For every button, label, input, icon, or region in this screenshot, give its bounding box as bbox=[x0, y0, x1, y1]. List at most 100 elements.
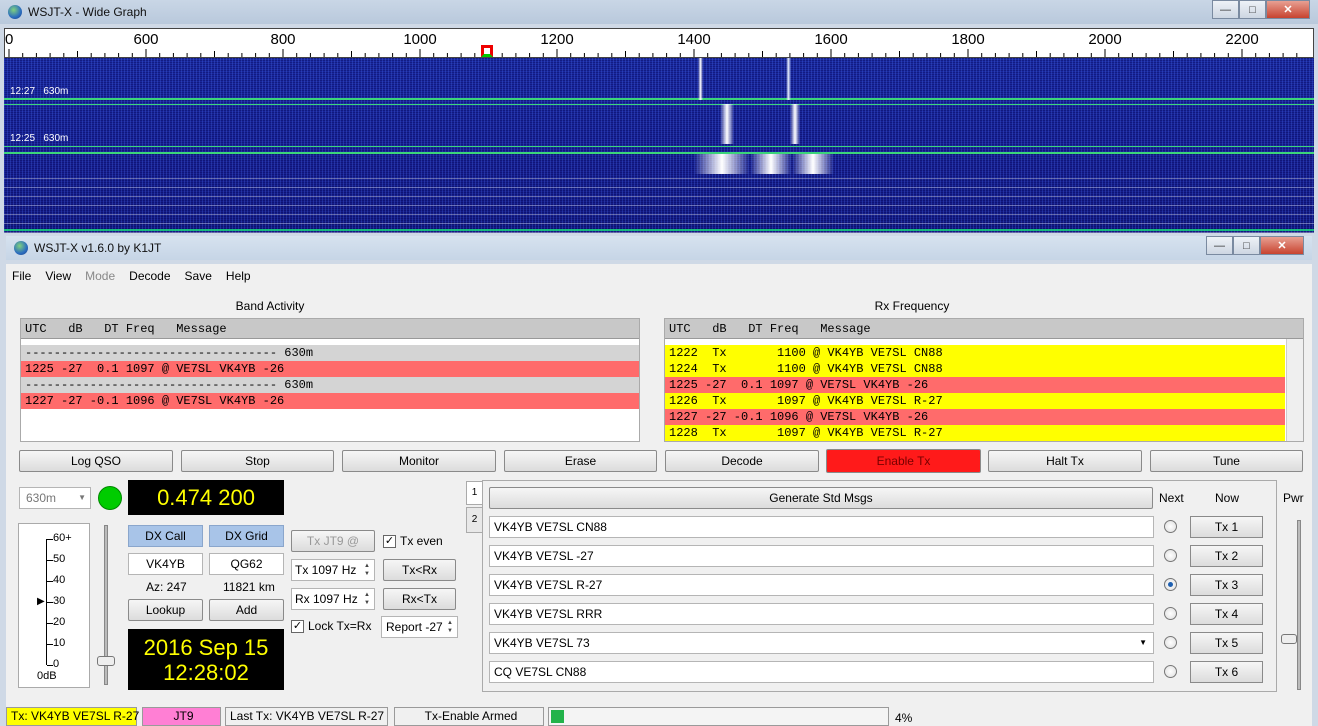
rx-marker-icon[interactable] bbox=[481, 45, 493, 57]
decode-row[interactable]: 1224 Tx 1100 @ VK4YB VE7SL CN88 bbox=[665, 361, 1285, 377]
band-activity-title: Band Activity bbox=[235, 299, 305, 313]
meter-tick-label: 60+ bbox=[53, 532, 72, 544]
menu-bar: File View Mode Decode Save Help bbox=[6, 264, 1312, 288]
band-select[interactable]: 630m ▼ bbox=[19, 487, 91, 509]
dx-call-input[interactable]: VK4YB bbox=[128, 553, 203, 575]
maximize-icon[interactable]: □ bbox=[1239, 0, 1266, 19]
ruler-label: 1200 bbox=[540, 31, 573, 48]
menu-help[interactable]: Help bbox=[226, 269, 251, 283]
menu-view[interactable]: View bbox=[45, 269, 71, 283]
band-activity-pane[interactable]: UTC dB DT Freq Message -----------------… bbox=[20, 318, 640, 442]
tx4-button[interactable]: Tx 4 bbox=[1190, 603, 1263, 625]
tab-2-label: 2 bbox=[471, 514, 478, 525]
tab-2[interactable]: 2 bbox=[466, 507, 482, 533]
spinner-arrows-icon[interactable]: ▲ ▼ bbox=[362, 562, 372, 578]
signal-meter: 60+ 50 40 30 20 10 0 ▶ 0dB bbox=[18, 523, 90, 688]
close-icon[interactable]: ✕ bbox=[1260, 236, 1304, 255]
rx-from-tx-button[interactable]: Rx<Tx bbox=[383, 588, 456, 610]
power-slider-handle[interactable] bbox=[1281, 634, 1297, 644]
log-qso-button[interactable]: Log QSO bbox=[19, 450, 173, 472]
dx-call-label: DX Call bbox=[128, 525, 203, 547]
chevron-down-icon[interactable]: ▼ bbox=[1139, 633, 1147, 653]
next-radio-6[interactable] bbox=[1164, 665, 1177, 678]
minimize-icon[interactable]: — bbox=[1206, 236, 1233, 255]
decode-row[interactable]: 1222 Tx 1100 @ VK4YB VE7SL CN88 bbox=[665, 345, 1285, 361]
decode-row[interactable]: 1225 -27 0.1 1097 @ VE7SL VK4YB -26 bbox=[21, 361, 639, 377]
tx-message-text: VK4YB VE7SL -27 bbox=[494, 549, 594, 563]
generate-std-msgs-button[interactable]: Generate Std Msgs bbox=[489, 487, 1153, 509]
lookup-button[interactable]: Lookup bbox=[128, 599, 203, 621]
tx-message-3-field[interactable]: VK4YB VE7SL R-27 bbox=[489, 574, 1154, 596]
time-separator-line bbox=[4, 146, 1314, 147]
power-slider[interactable] bbox=[1297, 520, 1301, 690]
azimuth-label: Az: 247 bbox=[146, 580, 187, 594]
waterfall-display[interactable]: 12:27 630m 12:25 630m bbox=[4, 58, 1314, 233]
tx-message-1-field[interactable]: VK4YB VE7SL CN88 bbox=[489, 516, 1154, 538]
ruler-label: 1000 bbox=[403, 31, 436, 48]
close-icon[interactable]: ✕ bbox=[1266, 0, 1310, 19]
decode-row[interactable]: 1227 -27 -0.1 1096 @ VE7SL VK4YB -26 bbox=[21, 393, 639, 409]
ruler-label: 2000 bbox=[1088, 31, 1121, 48]
tx-message-2-field[interactable]: VK4YB VE7SL -27 bbox=[489, 545, 1154, 567]
tx-jt9-button[interactable]: Tx JT9 @ bbox=[291, 530, 375, 552]
tx3-button[interactable]: Tx 3 bbox=[1190, 574, 1263, 596]
tx1-button[interactable]: Tx 1 bbox=[1190, 516, 1263, 538]
decode-row[interactable]: ----------------------------------- 630m bbox=[21, 345, 639, 361]
clock-display: 2016 Sep 15 12:28:02 bbox=[128, 629, 284, 690]
ruler-label: 2200 bbox=[1225, 31, 1258, 48]
report-value: Report -27 bbox=[386, 620, 443, 634]
menu-decode[interactable]: Decode bbox=[129, 269, 170, 283]
decode-row[interactable]: 1226 Tx 1097 @ VK4YB VE7SL R-27 bbox=[665, 393, 1285, 409]
menu-mode[interactable]: Mode bbox=[85, 269, 115, 283]
tx5-button[interactable]: Tx 5 bbox=[1190, 632, 1263, 654]
halt-tx-button[interactable]: Halt Tx bbox=[988, 450, 1142, 472]
wsjt-logo-icon bbox=[14, 241, 28, 255]
next-radio-2[interactable] bbox=[1164, 549, 1177, 562]
next-radio-4[interactable] bbox=[1164, 607, 1177, 620]
menu-file[interactable]: File bbox=[12, 269, 31, 283]
next-radio-5[interactable] bbox=[1164, 636, 1177, 649]
dx-grid-input[interactable]: QG62 bbox=[209, 553, 284, 575]
next-radio-3[interactable] bbox=[1164, 578, 1177, 591]
decode-button[interactable]: Decode bbox=[665, 450, 819, 472]
decode-row[interactable]: 1227 -27 -0.1 1096 @ VE7SL VK4YB -26 bbox=[665, 409, 1285, 425]
chevron-down-icon: ▼ bbox=[78, 493, 86, 502]
lock-tx-rx-checkbox[interactable]: ✓ Lock Tx=Rx bbox=[291, 619, 371, 634]
tx-message-text: VK4YB VE7SL R-27 bbox=[494, 578, 603, 592]
rx-gain-slider-handle[interactable] bbox=[97, 656, 115, 666]
tx-from-rx-button[interactable]: Tx<Rx bbox=[383, 559, 456, 581]
meter-pointer-icon: ▶ bbox=[37, 596, 45, 607]
tx-message-text: CQ VE7SL CN88 bbox=[494, 665, 587, 679]
erase-button[interactable]: Erase bbox=[504, 450, 657, 472]
monitor-button[interactable]: Monitor bbox=[342, 450, 496, 472]
decode-row[interactable]: 1225 -27 0.1 1097 @ VE7SL VK4YB -26 bbox=[665, 377, 1285, 393]
minimize-icon[interactable]: — bbox=[1212, 0, 1239, 19]
tx6-button[interactable]: Tx 6 bbox=[1190, 661, 1263, 683]
stop-button[interactable]: Stop bbox=[181, 450, 334, 472]
add-button[interactable]: Add bbox=[209, 599, 284, 621]
menu-save[interactable]: Save bbox=[185, 269, 212, 283]
tx-message-4-field[interactable]: VK4YB VE7SL RRR bbox=[489, 603, 1154, 625]
tx-message-6-field[interactable]: CQ VE7SL CN88 bbox=[489, 661, 1154, 683]
tx-message-5-field[interactable]: VK4YB VE7SL 73 ▼ bbox=[489, 632, 1154, 654]
rx-frequency-pane[interactable]: UTC dB DT Freq Message 1222 Tx 1100 @ VK… bbox=[664, 318, 1304, 442]
tx-frequency-spinbox[interactable]: Tx 1097 Hz ▲ ▼ bbox=[291, 559, 375, 581]
decode-row[interactable]: 1228 Tx 1097 @ VK4YB VE7SL R-27 bbox=[665, 425, 1285, 441]
spinner-arrows-icon[interactable]: ▲ ▼ bbox=[362, 591, 372, 607]
tab-1[interactable]: 1 bbox=[466, 481, 482, 505]
enable-tx-button[interactable]: Enable Tx bbox=[826, 449, 981, 473]
now-label: Now bbox=[1215, 491, 1240, 505]
rx-scrollbar[interactable] bbox=[1286, 339, 1303, 441]
tune-button[interactable]: Tune bbox=[1150, 450, 1303, 472]
rx-frequency-value: Rx 1097 Hz bbox=[295, 592, 358, 606]
tx-even-checkbox[interactable]: ✓ Tx even bbox=[383, 534, 443, 549]
spinner-arrows-icon[interactable]: ▲ ▼ bbox=[445, 619, 455, 635]
tx2-button[interactable]: Tx 2 bbox=[1190, 545, 1263, 567]
maximize-icon[interactable]: □ bbox=[1233, 236, 1260, 255]
decode-row[interactable]: ----------------------------------- 630m bbox=[21, 377, 639, 393]
rx-frequency-spinbox[interactable]: Rx 1097 Hz ▲ ▼ bbox=[291, 588, 375, 610]
report-spinbox[interactable]: Report -27 ▲ ▼ bbox=[381, 616, 458, 638]
next-radio-1[interactable] bbox=[1164, 520, 1177, 533]
signal-trace bbox=[790, 104, 800, 144]
frequency-ruler[interactable]: 00 600 800 1000 1200 1400 1600 1800 2000 2200 bbox=[4, 28, 1314, 58]
